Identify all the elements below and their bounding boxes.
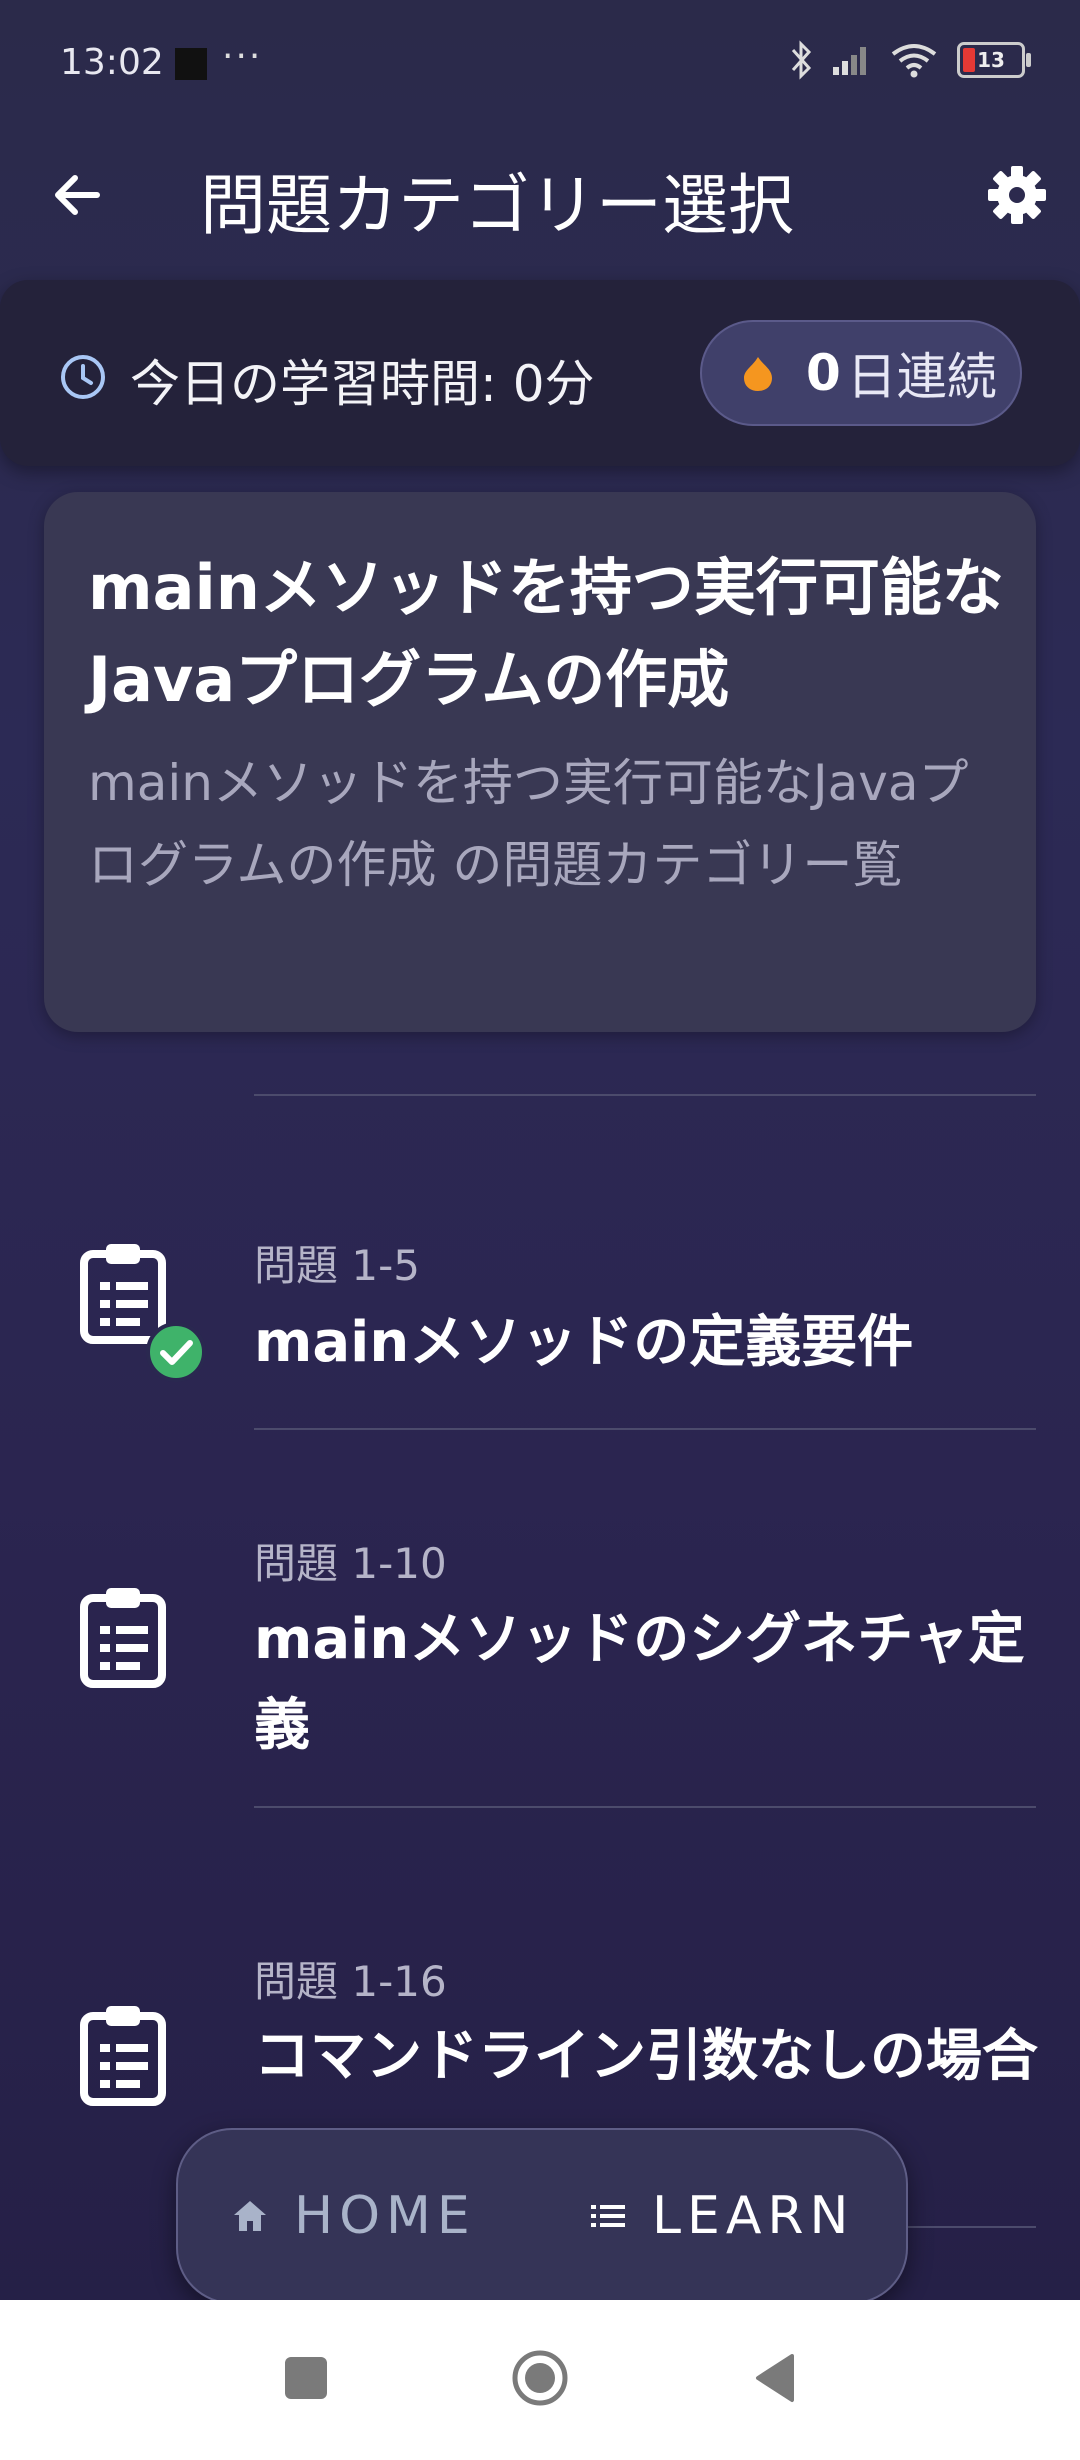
item-number: 問題 1-5 bbox=[254, 1241, 420, 1290]
signal-icon bbox=[833, 47, 866, 75]
item-number: 問題 1-10 bbox=[254, 1539, 447, 1588]
system-nav-bar bbox=[0, 2300, 1080, 2460]
category-title: mainメソッドを持つ実行可能なJavaプログラムの作成 bbox=[88, 551, 1004, 716]
recents-button[interactable] bbox=[285, 2357, 327, 2399]
check-circle-icon bbox=[146, 1322, 206, 1382]
gear-icon[interactable] bbox=[982, 160, 1052, 230]
item-title: mainメソッドのシグネチャ定義 bbox=[254, 1607, 1025, 1758]
status-icons: 13 bbox=[789, 40, 1031, 80]
streak-count: 0 bbox=[806, 344, 841, 402]
list-divider bbox=[254, 1806, 1036, 1808]
item-title: mainメソッドの定義要件 bbox=[254, 1310, 914, 1375]
status-bar: 13:02 ··· 13 bbox=[0, 0, 1080, 130]
nav-learn-button[interactable]: LEARN bbox=[588, 2178, 854, 2254]
flame-icon bbox=[744, 357, 772, 391]
bluetooth-icon bbox=[791, 40, 812, 80]
bottom-nav: HOME LEARN bbox=[176, 2128, 908, 2304]
home-circle-button[interactable] bbox=[510, 2348, 570, 2408]
item-number: 問題 1-16 bbox=[254, 1957, 447, 2006]
streak-label: 日連続 bbox=[846, 348, 997, 406]
nav-learn-label: LEARN bbox=[652, 2186, 855, 2246]
category-card: mainメソッドを持つ実行可能なJavaプログラムの作成 mainメソッドを持つ… bbox=[44, 492, 1036, 1032]
nav-home-label: HOME bbox=[294, 2186, 476, 2246]
list-divider bbox=[254, 1428, 1036, 1430]
arrow-left-icon[interactable] bbox=[45, 160, 115, 230]
item-title: コマンドライン引数なしの場合 bbox=[254, 2024, 1038, 2089]
notification-square-icon bbox=[175, 48, 207, 80]
page-title: 問題カテゴリー選択 bbox=[200, 167, 794, 244]
app-bar: 問題カテゴリー選択 bbox=[0, 130, 1080, 270]
wifi-icon bbox=[891, 44, 937, 78]
battery-level: 13 bbox=[977, 48, 1005, 72]
back-triangle-button[interactable] bbox=[752, 2352, 796, 2404]
list-icon bbox=[591, 2205, 625, 2227]
more-notifications-icon: ··· bbox=[222, 36, 263, 77]
status-time: 13:02 bbox=[60, 42, 164, 83]
streak-badge: 0 日連続 bbox=[700, 320, 1022, 426]
study-time-label: 今日の学習時間: 0分 bbox=[130, 355, 595, 413]
battery-icon: 13 bbox=[957, 42, 1031, 78]
clipboard-icon bbox=[80, 2006, 166, 2106]
clipboard-icon bbox=[80, 1588, 166, 1688]
list-divider bbox=[254, 1094, 1036, 1096]
clock-icon bbox=[61, 355, 105, 399]
home-icon bbox=[234, 2201, 266, 2231]
category-description: mainメソッドを持つ実行可能なJavaプログラムの作成 の問題カテゴリー覧 bbox=[88, 754, 969, 894]
nav-home-button[interactable]: HOME bbox=[230, 2178, 476, 2254]
study-stats-bar: 今日の学習時間: 0分 0 日連続 bbox=[0, 280, 1080, 466]
